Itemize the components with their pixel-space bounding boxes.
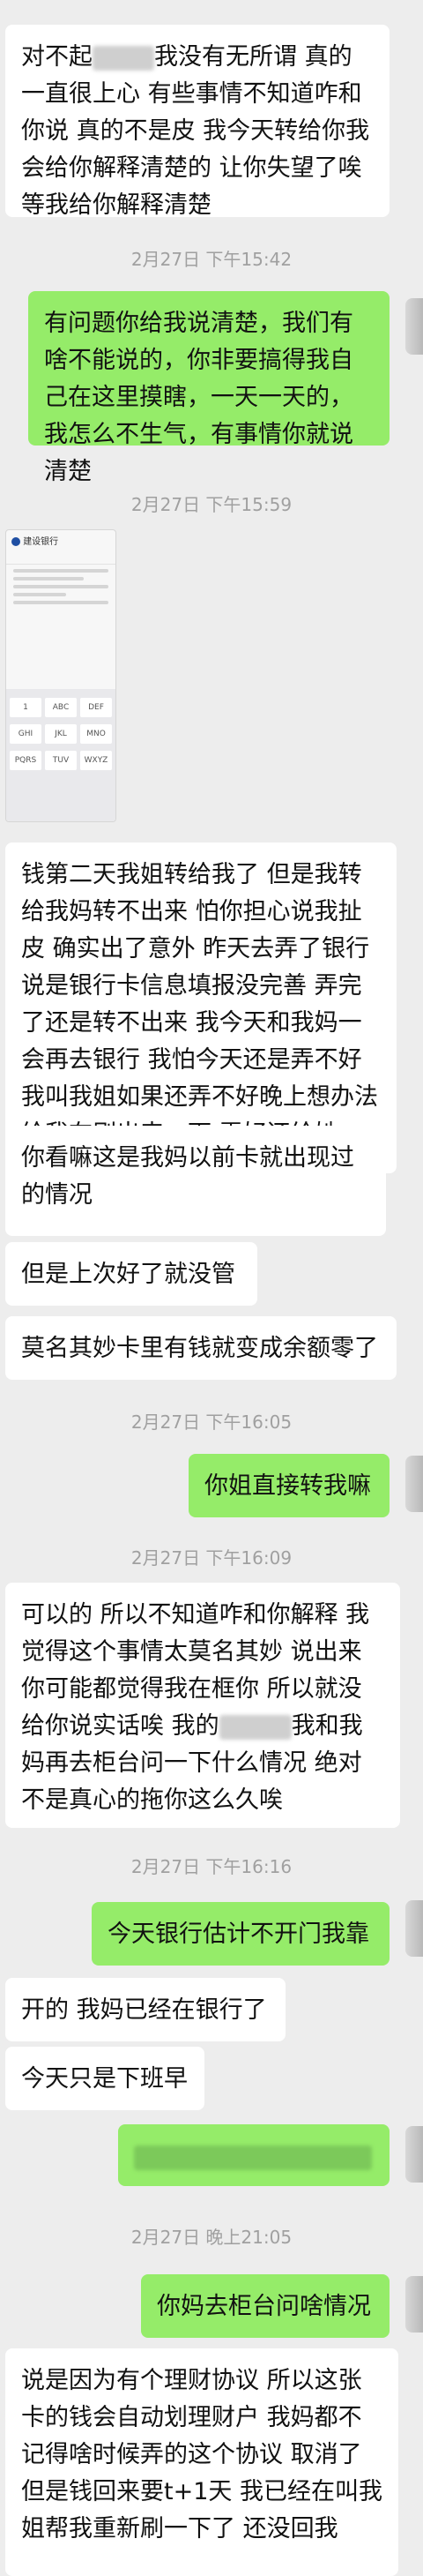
timestamp: 2月27日 下午16:05 xyxy=(130,1412,293,1433)
thumbnail-line xyxy=(13,569,108,573)
thumbnail-line xyxy=(13,585,108,588)
message-bubble-outgoing[interactable] xyxy=(118,2124,390,2186)
screenshot-image-thumbnail[interactable]: 建设银行 1 ABC DEF GHI JKL MNO PQRS TUV WXYZ xyxy=(5,529,116,822)
message-bubble-incoming[interactable]: 今天只是下班早 xyxy=(5,2047,204,2110)
thumbnail-line xyxy=(13,593,66,596)
keyboard-key: MNO xyxy=(80,724,112,744)
message-bubble-incoming[interactable]: 莫名其妙卡里有钱就变成余额零了 xyxy=(5,1316,397,1380)
bank-logo-icon xyxy=(11,537,20,546)
keyboard-key: GHI xyxy=(10,724,41,744)
keyboard-key: DEF xyxy=(80,698,112,717)
keyboard-key: PQRS xyxy=(10,751,41,770)
message-bubble-incoming[interactable]: 可以的 所以不知道咋和你解释 我觉得这个事情太莫名其妙 说出来你可能都觉得我在框… xyxy=(5,1583,400,1828)
timestamp: 2月27日 下午15:42 xyxy=(130,249,293,270)
avatar[interactable] xyxy=(405,1900,423,1957)
message-bubble-incoming[interactable]: 对不起 我没有无所谓 真的一直很上心 有些事情不知道咋和你说 真的不是皮 我今天转… xyxy=(5,25,390,219)
message-bubble-outgoing[interactable]: 你姐直接转我嘛 xyxy=(189,1454,390,1517)
keyboard-key: WXYZ xyxy=(80,751,112,770)
thumbnail-header: 建设银行 xyxy=(6,530,115,565)
avatar[interactable] xyxy=(405,2276,423,2333)
message-bubble-incoming[interactable]: 钱第二天我姐转给我了 但是我转给我妈转不出来 怕你担心说我扯皮 确实出了意外 昨… xyxy=(5,842,397,1173)
redacted-blur xyxy=(134,2145,372,2170)
message-bubble-incoming[interactable]: 但是上次好了就没管 xyxy=(5,1242,257,1306)
timestamp: 2月27日 下午15:59 xyxy=(130,494,293,515)
keyboard-key: TUV xyxy=(45,751,77,770)
keyboard-key: JKL xyxy=(45,724,77,744)
message-bubble-incoming[interactable]: 开的 我妈已经在银行了 xyxy=(5,1978,286,2041)
avatar[interactable] xyxy=(405,2126,423,2183)
timestamp: 2月27日 下午16:16 xyxy=(130,1856,293,1877)
timestamp: 2月27日 下午16:09 xyxy=(130,1547,293,1569)
keyboard-key: ABC xyxy=(45,698,77,717)
thumbnail-line xyxy=(13,577,84,580)
avatar[interactable] xyxy=(405,298,423,355)
keyboard-preview: 1 ABC DEF GHI JKL MNO PQRS TUV WXYZ xyxy=(6,689,115,821)
redacted-blur xyxy=(219,1714,292,1740)
message-bubble-outgoing[interactable]: 今天银行估计不开门我靠 xyxy=(92,1902,390,1966)
redacted-blur xyxy=(93,45,154,71)
thumbnail-line xyxy=(13,601,108,604)
message-bubble-incoming[interactable]: 说是因为有个理财协议 所以这张卡的钱会自动划理财户 我妈都不记得啥时候弄的这个协… xyxy=(5,2348,398,2576)
timestamp: 2月27日 晚上21:05 xyxy=(130,2227,293,2248)
avatar[interactable] xyxy=(405,1456,423,1512)
keyboard-key: 1 xyxy=(10,698,41,717)
message-bubble-outgoing[interactable]: 有问题你给我说清楚，我们有啥不能说的，你非要搞得我自己在这里摸瞎，一天一天的，我… xyxy=(28,291,390,485)
message-bubble-outgoing[interactable]: 你妈去柜台问啥情况 xyxy=(141,2274,390,2338)
message-bubble-incoming[interactable]: 你看嘛这是我妈以前卡就出现过的情况 xyxy=(5,1126,386,1236)
